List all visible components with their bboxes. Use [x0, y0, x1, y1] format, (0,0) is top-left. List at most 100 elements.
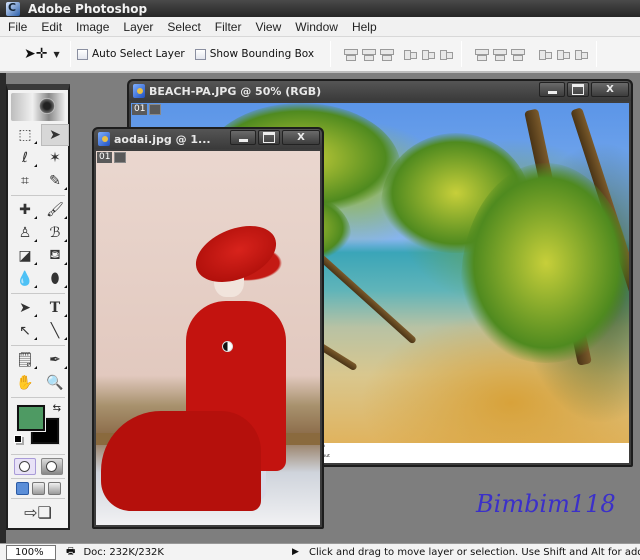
menu-image[interactable]: Image: [76, 20, 109, 34]
dodge-tool[interactable]: ⬮: [41, 268, 69, 290]
close-button[interactable]: X: [282, 130, 320, 145]
menu-help[interactable]: Help: [352, 20, 377, 34]
blur-tool[interactable]: 💧: [11, 268, 39, 290]
maximize-button[interactable]: [258, 130, 280, 145]
history-brush-icon: ℬ: [49, 225, 61, 241]
minimize-button[interactable]: [539, 82, 565, 97]
slice-tool[interactable]: ✎: [41, 170, 69, 192]
tool-preset-picker[interactable]: ➤✛ ▼: [24, 46, 64, 62]
magic-wand-icon: ✶: [49, 150, 61, 166]
hand-icon: ✋: [16, 375, 34, 391]
distribute-bottom-edges-icon[interactable]: [510, 48, 526, 61]
document-window-aodai[interactable]: aodai.jpg @ 1... X 01: [92, 127, 324, 529]
document-title: aodai.jpg @ 1...: [114, 132, 211, 146]
pen-tool[interactable]: ↖: [11, 320, 39, 342]
move-tool-icon: ➤✛: [24, 46, 48, 62]
window-title-bar[interactable]: BEACH-PA.JPG @ 50% (RGB) X: [129, 81, 631, 101]
toolbox: ⬚ ➤ ℓ ✶ ⌗ ✎ ✚ 🖌 ♙ ℬ ◪ ⛾ 💧 ⬮ ➤ T ↖ ╲ 🗒 ✒ …: [6, 84, 70, 530]
align-horizontal-centers-icon[interactable]: [421, 48, 436, 60]
paint-bucket-tool[interactable]: ⛾: [41, 245, 69, 267]
line-icon: ╲: [50, 323, 60, 339]
checkbox-box[interactable]: [77, 48, 88, 60]
stamp-icon: ♙: [18, 225, 32, 241]
distribute-top-edges-icon[interactable]: [474, 48, 490, 61]
menu-filter[interactable]: Filter: [215, 20, 242, 34]
notes-tool[interactable]: 🗒: [11, 349, 39, 371]
status-menu-arrow-icon[interactable]: ▶: [292, 547, 299, 557]
tool-grid-vector: ➤ T ↖ ╲: [8, 297, 68, 342]
adobe-online-logo[interactable]: [11, 93, 65, 121]
distribute-vertical-centers-icon[interactable]: [492, 48, 508, 61]
default-colors-icon[interactable]: [14, 435, 22, 443]
path-selection-tool[interactable]: ➤: [11, 297, 39, 319]
menu-select[interactable]: Select: [167, 20, 200, 34]
layer-number: 01: [132, 104, 148, 115]
menu-file[interactable]: File: [8, 20, 27, 34]
show-bounding-box-checkbox[interactable]: Show Bounding Box: [194, 48, 314, 60]
auto-select-layer-checkbox[interactable]: Auto Select Layer: [77, 48, 185, 60]
separator: [596, 41, 598, 67]
screen-mode-buttons: [14, 482, 62, 495]
chevron-down-icon: ▼: [53, 49, 60, 59]
separator: [11, 478, 65, 479]
bucket-icon: ⛾: [49, 247, 61, 263]
type-icon: T: [49, 300, 61, 316]
menu-window[interactable]: Window: [295, 20, 338, 34]
minimize-button[interactable]: [230, 130, 256, 145]
zoom-tool[interactable]: 🔍: [41, 372, 69, 394]
align-right-edges-icon[interactable]: [439, 48, 454, 60]
swap-colors-icon[interactable]: ⇆: [53, 403, 61, 414]
layer-badge: 01: [97, 152, 127, 163]
align-top-edges-icon[interactable]: [343, 48, 359, 61]
foreground-color-swatch[interactable]: [16, 404, 46, 432]
align-vertical-centers-icon[interactable]: [361, 48, 377, 61]
menu-layer[interactable]: Layer: [123, 20, 153, 34]
checkbox-box[interactable]: [194, 48, 206, 60]
distribute-horizontal-centers-icon[interactable]: [556, 48, 571, 60]
full-screen-menu-mode-button[interactable]: [31, 482, 45, 495]
full-screen-mode-button[interactable]: [47, 482, 61, 495]
photoshop-file-icon: [133, 84, 145, 98]
arrow-icon: ➤: [19, 300, 31, 316]
move-tool[interactable]: ➤: [41, 124, 69, 146]
eyedropper-tool[interactable]: ✒: [41, 349, 69, 371]
line-tool[interactable]: ╲: [41, 320, 69, 342]
align-left-edges-icon[interactable]: [403, 48, 418, 60]
document-title: BEACH-PA.JPG @ 50% (RGB): [149, 84, 322, 98]
jump-to-imageready-button[interactable]: ⇨❏: [11, 503, 65, 522]
menu-view[interactable]: View: [255, 20, 281, 34]
menu-edit[interactable]: Edit: [41, 20, 62, 34]
type-tool[interactable]: T: [41, 297, 69, 319]
separator: [70, 41, 71, 67]
window-title-bar[interactable]: aodai.jpg @ 1... X: [94, 129, 322, 149]
droplet-icon: 💧: [16, 271, 34, 287]
hand-tool[interactable]: ✋: [11, 372, 39, 394]
tool-grid-navigation: 🗒 ✒ ✋ 🔍: [8, 349, 68, 394]
quick-mask-button[interactable]: [40, 458, 63, 475]
standard-screen-mode-button[interactable]: [15, 482, 29, 495]
clone-stamp-tool[interactable]: ♙: [11, 222, 39, 244]
standard-mode-icon: [19, 461, 30, 472]
app-title: Adobe Photoshop: [28, 1, 148, 16]
healing-brush-tool[interactable]: ✚: [11, 199, 39, 221]
eraser-tool[interactable]: ◪: [11, 245, 39, 267]
maximize-button[interactable]: [567, 82, 589, 97]
zoom-level-field[interactable]: 100%: [6, 544, 56, 560]
crop-tool[interactable]: ⌗: [11, 170, 39, 192]
close-button[interactable]: X: [591, 82, 629, 97]
distribute-left-edges-icon[interactable]: [538, 48, 553, 60]
lasso-tool[interactable]: ℓ: [11, 147, 39, 169]
mask-icon: [114, 152, 127, 163]
magic-wand-tool[interactable]: ✶: [41, 147, 69, 169]
distribute-right-edges-icon[interactable]: [574, 48, 589, 60]
standard-mode-button[interactable]: [13, 458, 36, 475]
jump-to-icon: ⇨❏: [24, 503, 52, 522]
history-brush-tool[interactable]: ℬ: [41, 222, 69, 244]
eyedropper-icon: ✒: [49, 352, 61, 368]
printer-preview-icon[interactable]: 🖶: [66, 544, 75, 560]
align-bottom-edges-icon[interactable]: [379, 48, 395, 61]
brush-tool[interactable]: 🖌: [41, 199, 69, 221]
marquee-tool[interactable]: ⬚: [11, 124, 39, 146]
pen-icon: ↖: [19, 323, 31, 339]
document-canvas[interactable]: 01: [96, 151, 320, 525]
